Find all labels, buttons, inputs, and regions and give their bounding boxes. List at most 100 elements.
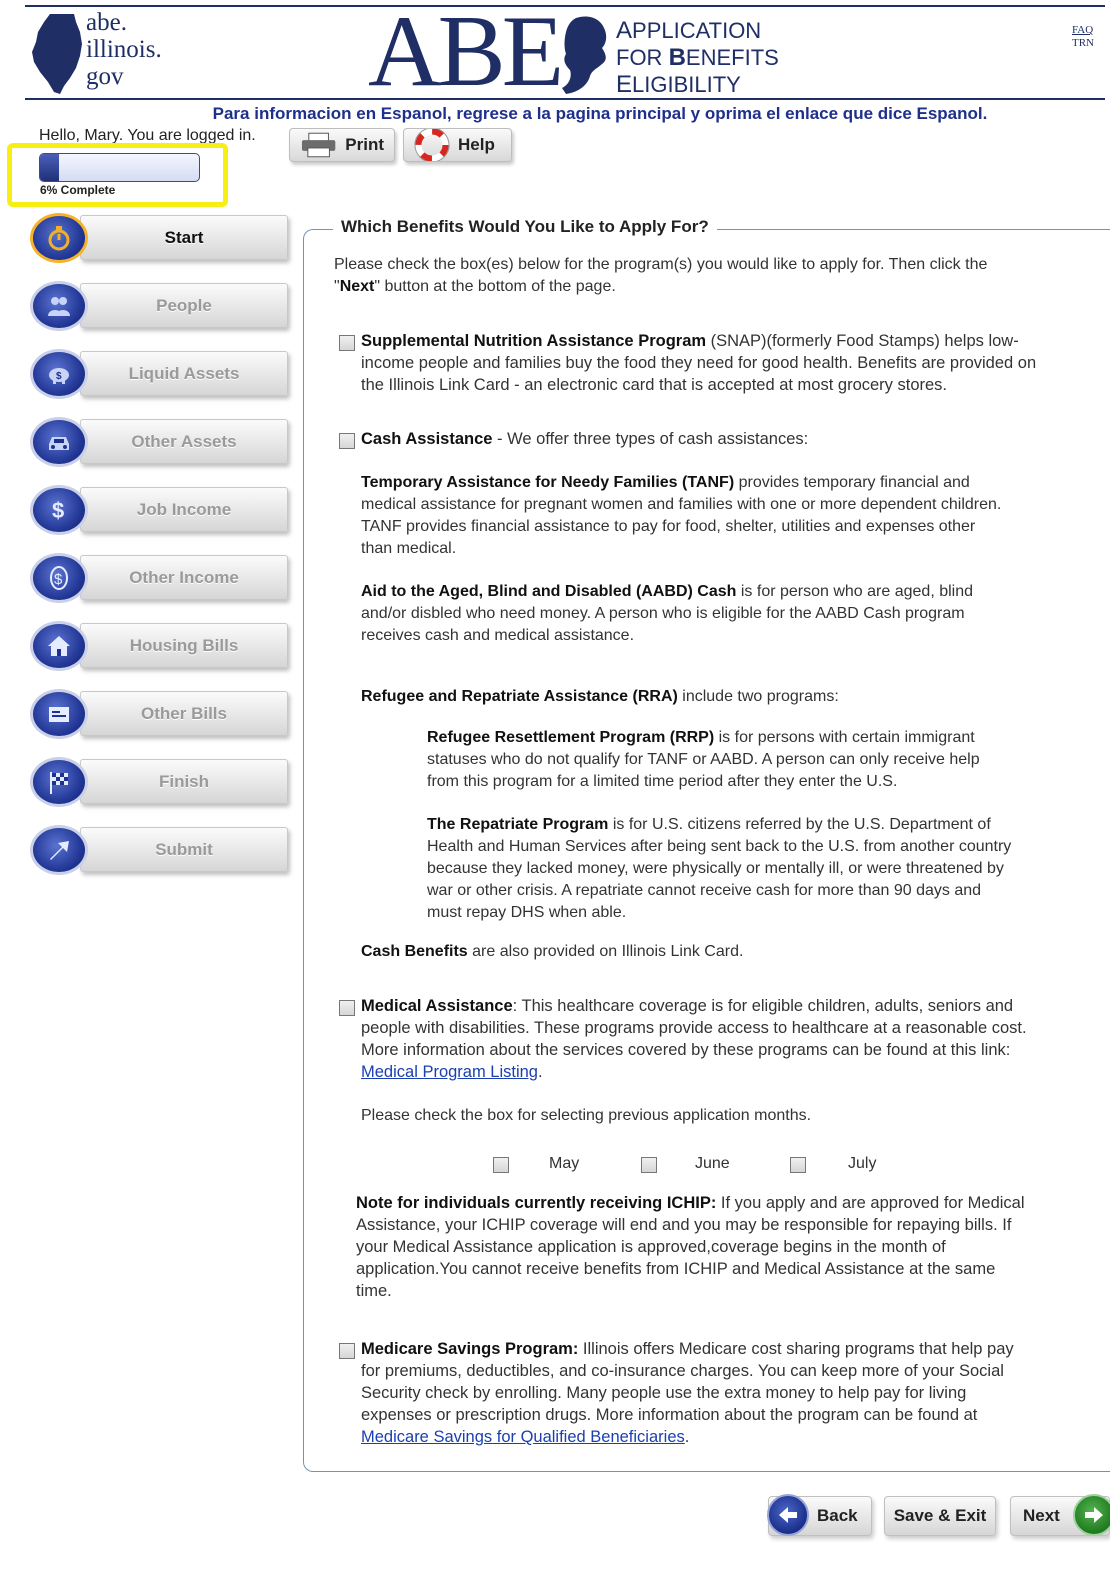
sidebar-item-other-assets[interactable]: Other Assets: [30, 417, 288, 467]
sidebar-item-job-income[interactable]: $ Job Income: [30, 485, 288, 535]
trn-label: TRN: [1072, 37, 1094, 49]
progress-label: 6% Complete: [40, 183, 116, 197]
sidebar-item-other-income[interactable]: $ Other Income: [30, 553, 288, 603]
cash-assistance-heading: Cash Assistance - We offer three types o…: [361, 430, 809, 448]
logo-line-1: abe.: [86, 9, 127, 36]
medicare-line-1: Medicare Savings Program: Illinois offer…: [361, 1340, 1014, 1358]
medical-assistance-description: Medical Assistance: This healthcare cove…: [361, 995, 1027, 1083]
ichip-line-2: Assistance, your ICHIP coverage will end…: [356, 1216, 1012, 1234]
medical-line-2: people with disabilities. These programs…: [361, 1019, 1027, 1037]
next-label: Next: [1023, 1506, 1060, 1525]
medicare-line-3: Security check by enrolling. Many people…: [361, 1384, 967, 1402]
abe-illinois-gov-logo-text: abe. illinois. gov: [86, 9, 162, 90]
sidebar-item-label: Housing Bills: [80, 623, 288, 668]
sidebar-item-housing-bills[interactable]: Housing Bills: [30, 621, 288, 671]
save-and-exit-label: Save & Exit: [893, 1506, 987, 1525]
month-june-checkbox[interactable]: [641, 1157, 657, 1173]
month-june-label: June: [695, 1155, 730, 1172]
ichip-line-1: Note for individuals currently receiving…: [356, 1194, 1025, 1212]
rrp-line-3: from this program for a limited time per…: [427, 773, 898, 790]
tanf-description: Temporary Assistance for Needy Families …: [361, 472, 1001, 560]
lincoln-silhouette-icon: [562, 16, 607, 94]
snap-line-3: the Illinois Link Card - an electronic c…: [361, 376, 948, 394]
repatriate-line-1: The Repatriate Program is for U.S. citiz…: [427, 816, 991, 833]
help-button[interactable]: Help: [403, 128, 512, 162]
svg-text:$: $: [54, 571, 63, 588]
months-prompt: Please check the box for selecting previ…: [361, 1107, 812, 1124]
sidebar-item-finish[interactable]: Finish: [30, 757, 288, 807]
medicare-line-4: expenses or prescription drugs. More inf…: [361, 1406, 978, 1424]
sidebar-item-liquid-assets[interactable]: $ Liquid Assets: [30, 349, 288, 399]
sidebar-item-label: Start: [80, 215, 288, 260]
dollar-icon: $: [30, 485, 88, 535]
sidebar-item-label: Submit: [80, 827, 288, 872]
coin-icon: $: [30, 553, 88, 603]
app-title-line-1: APPLICATION: [616, 17, 762, 44]
rrp-line-2: statuses who do not qualify for TANF or …: [427, 751, 980, 768]
sidebar-item-start[interactable]: Start: [30, 213, 288, 263]
sidebar-item-label: Other Bills: [80, 691, 288, 736]
sidebar-item-label: Other Income: [80, 555, 288, 600]
repatriate-description: The Repatriate Program is for U.S. citiz…: [427, 814, 1011, 924]
sidebar-item-label: Finish: [80, 759, 288, 804]
snap-line-2: income people and families buy the food …: [361, 354, 1037, 372]
rrp-description: Refugee Resettlement Program (RRP) is fo…: [427, 727, 980, 793]
espanol-notice: Para informacion en Espanol, regrese a l…: [212, 104, 988, 123]
medicare-savings-checkbox[interactable]: [339, 1343, 355, 1359]
medical-line-4: Medical Program Listing.: [361, 1063, 543, 1081]
snap-description: Supplemental Nutrition Assistance Progra…: [361, 330, 1036, 396]
people-icon: [30, 281, 88, 331]
help-label: Help: [458, 135, 495, 154]
sidebar-item-other-bills[interactable]: Other Bills: [30, 689, 288, 739]
sidebar-item-label: Other Assets: [80, 419, 288, 464]
medical-assistance-checkbox[interactable]: [339, 1000, 355, 1016]
checkered-flag-icon: [30, 757, 88, 807]
back-label: Back: [817, 1506, 858, 1525]
logo-line-2: illinois.: [86, 36, 162, 63]
print-button[interactable]: Print: [289, 128, 395, 162]
rrp-line-1: Refugee Resettlement Program (RRP) is fo…: [427, 729, 975, 746]
header-top-rule: [25, 5, 1105, 7]
logo-line-3: gov: [86, 63, 124, 90]
repatriate-line-2: Health and Human Services after being se…: [427, 838, 1012, 855]
sidebar-item-people[interactable]: People: [30, 281, 288, 331]
repatriate-line-3: because they lacked money, were physical…: [427, 860, 1004, 877]
sidebar-item-submit[interactable]: Submit: [30, 825, 288, 875]
save-and-exit-button[interactable]: Save & Exit: [884, 1496, 996, 1536]
medicare-savings-description: Medicare Savings Program: Illinois offer…: [361, 1338, 1014, 1448]
progress-bar-fill: [40, 154, 60, 181]
month-may-label: May: [549, 1155, 580, 1172]
snap-checkbox[interactable]: [339, 335, 355, 351]
repatriate-line-4: war or other crisis. A repatriate cannot…: [427, 882, 982, 899]
header-links: FAQ TRN: [1072, 24, 1094, 50]
aabd-line-1: Aid to the Aged, Blind and Disabled (AAB…: [361, 583, 974, 600]
rra-description: Refugee and Repatriate Assistance (RRA) …: [361, 688, 839, 705]
sidebar-item-label: Job Income: [80, 487, 288, 532]
medical-line-3: More information about the services cove…: [361, 1041, 1011, 1059]
tanf-line-3: TANF provides financial assistance to pa…: [361, 518, 976, 535]
bill-icon: [30, 689, 88, 739]
abe-logo-letters: ABE: [368, 0, 564, 108]
printer-icon: [301, 132, 336, 158]
medicare-line-2: for premiums, deductibles, and co-insura…: [361, 1362, 1004, 1380]
illinois-state-logo-icon: [32, 14, 82, 94]
tanf-line-4: than medical.: [361, 540, 457, 557]
faq-link[interactable]: FAQ: [1072, 24, 1094, 37]
next-arrow-icon[interactable]: [1073, 1494, 1110, 1536]
back-arrow-icon[interactable]: [767, 1494, 809, 1536]
cash-benefits-note: Cash Benefits are also provided on Illin…: [361, 943, 744, 960]
tanf-line-2: medical assistance for pregnant women an…: [361, 496, 1002, 513]
month-july-checkbox[interactable]: [790, 1157, 806, 1173]
arrow-icon: [30, 825, 88, 875]
aabd-line-2: and/or disbled who need money. A person …: [361, 605, 965, 622]
ichip-note: Note for individuals currently receiving…: [356, 1192, 1025, 1302]
house-icon: [30, 621, 88, 671]
medical-program-listing-link[interactable]: Medical Program Listing: [361, 1063, 538, 1081]
tanf-line-1: Temporary Assistance for Needy Families …: [361, 474, 970, 491]
month-may-checkbox[interactable]: [493, 1157, 509, 1173]
print-label: Print: [345, 135, 384, 154]
ichip-line-3: your Medical Assistance application is a…: [356, 1238, 946, 1256]
cash-assistance-checkbox[interactable]: [339, 433, 355, 449]
app-title: APPLICATION FOR BENEFITS ELIGIBILITY: [616, 17, 779, 98]
medicare-savings-link[interactable]: Medicare Savings for Qualified Beneficia…: [361, 1428, 685, 1446]
